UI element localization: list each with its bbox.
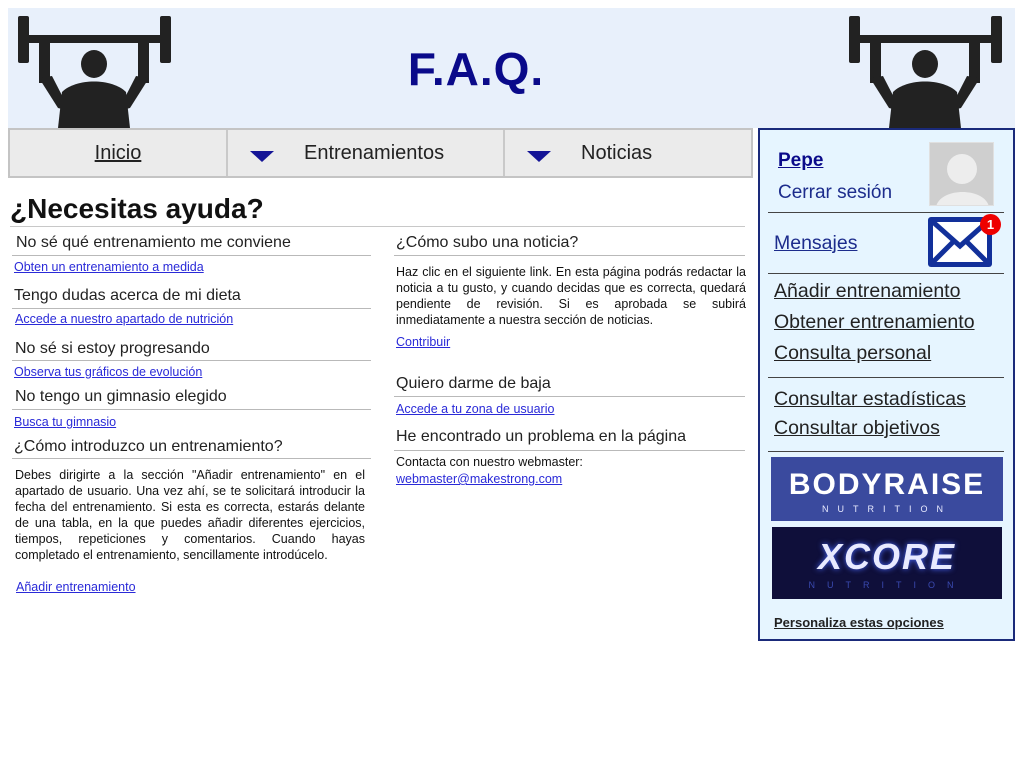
main-nav: Inicio Entrenamientos Noticias — [8, 128, 753, 178]
banner-brand-sub: NUTRITION — [822, 504, 952, 514]
xcore-banner[interactable]: XCORE NUTRITION — [772, 527, 1002, 599]
user-sidebar: Pepe Cerrar sesión Mensajes 1 Añadir ent… — [758, 128, 1015, 641]
nav-home[interactable]: Inicio — [10, 130, 228, 176]
faq-answer-link[interactable]: Observa tus gráficos de evolución — [14, 365, 202, 379]
logout-link[interactable]: Cerrar sesión — [778, 182, 892, 204]
divider — [768, 273, 1004, 274]
faq-answer-link[interactable]: Añadir entrenamiento — [16, 580, 136, 594]
faq-question: Tengo dudas acerca de mi dieta — [14, 287, 241, 304]
divider — [768, 451, 1004, 452]
nav-news-label[interactable]: Noticias — [581, 142, 652, 165]
dropdown-arrow-icon[interactable] — [250, 151, 274, 162]
faq-answer-text: Haz clic en el siguiente link. En esta p… — [396, 265, 746, 327]
faq-answer-link[interactable]: Accede a tu zona de usuario — [396, 402, 554, 416]
divider — [12, 360, 371, 361]
divider — [394, 255, 745, 256]
webmaster-email-link[interactable]: webmaster@makestrong.com — [396, 472, 562, 486]
divider — [768, 212, 1004, 213]
weightlifter-logo-right — [849, 16, 1002, 128]
divider — [12, 255, 371, 256]
nav-training-dropdown[interactable]: Entrenamientos — [228, 130, 505, 176]
faq-answer-link[interactable]: Accede a nuestro apartado de nutrición — [15, 312, 233, 326]
faq-question: ¿Cómo introduzco un entrenamiento? — [14, 438, 283, 455]
personal-query-link[interactable]: Consulta personal — [774, 342, 931, 365]
faq-heading: ¿Necesitas ayuda? — [10, 193, 264, 224]
get-training-link[interactable]: Obtener entrenamiento — [774, 311, 975, 334]
divider — [768, 377, 1004, 378]
page-title: F.A.Q. — [407, 43, 545, 95]
divider — [10, 226, 745, 227]
unread-count-badge: 1 — [980, 214, 1001, 235]
nav-training-label[interactable]: Entrenamientos — [304, 142, 444, 165]
faq-question: Quiero darme de baja — [396, 375, 551, 392]
avatar[interactable] — [929, 142, 994, 206]
banner-brand-name: XCORE — [817, 536, 957, 577]
faq-question: He encontrado un problema en la página — [396, 428, 686, 445]
divider — [394, 450, 745, 451]
messages-link[interactable]: Mensajes — [774, 232, 857, 255]
faq-question: No sé si estoy progresando — [15, 340, 210, 357]
banner-brand-name: BODYRAISE — [788, 468, 986, 501]
divider — [12, 458, 371, 459]
divider — [12, 308, 371, 309]
objectives-link[interactable]: Consultar objetivos — [774, 417, 940, 440]
username-link[interactable]: Pepe — [778, 150, 823, 172]
nav-home-label[interactable]: Inicio — [95, 142, 142, 165]
site-header: F.A.Q. — [8, 8, 1015, 128]
dropdown-arrow-icon[interactable] — [527, 151, 551, 162]
customize-options-link[interactable]: Personaliza estas opciones — [774, 615, 944, 630]
divider — [12, 409, 371, 410]
faq-question: No tengo un gimnasio elegido — [15, 388, 227, 405]
add-training-link[interactable]: Añadir entrenamiento — [774, 280, 960, 303]
faq-question: No sé qué entrenamiento me conviene — [16, 234, 291, 251]
faq-question: ¿Cómo subo una noticia? — [396, 234, 579, 251]
bodyraise-banner[interactable]: BODYRAISE NUTRITION — [771, 457, 1003, 521]
banner-brand-sub: NUTRITION — [808, 580, 966, 590]
faq-answer-link[interactable]: Busca tu gimnasio — [14, 415, 116, 429]
faq-answer-text: Debes dirigirte a la sección "Añadir ent… — [15, 468, 365, 562]
statistics-link[interactable]: Consultar estadísticas — [774, 388, 966, 411]
faq-answer-link[interactable]: Contribuir — [396, 335, 450, 349]
divider — [394, 396, 745, 397]
nav-news-dropdown[interactable]: Noticias — [505, 130, 751, 176]
avatar-icon — [930, 143, 993, 205]
faq-answer-link[interactable]: Obten un entrenamiento a medida — [14, 260, 204, 274]
faq-answer-text: Contacta con nuestro webmaster: — [396, 455, 583, 469]
